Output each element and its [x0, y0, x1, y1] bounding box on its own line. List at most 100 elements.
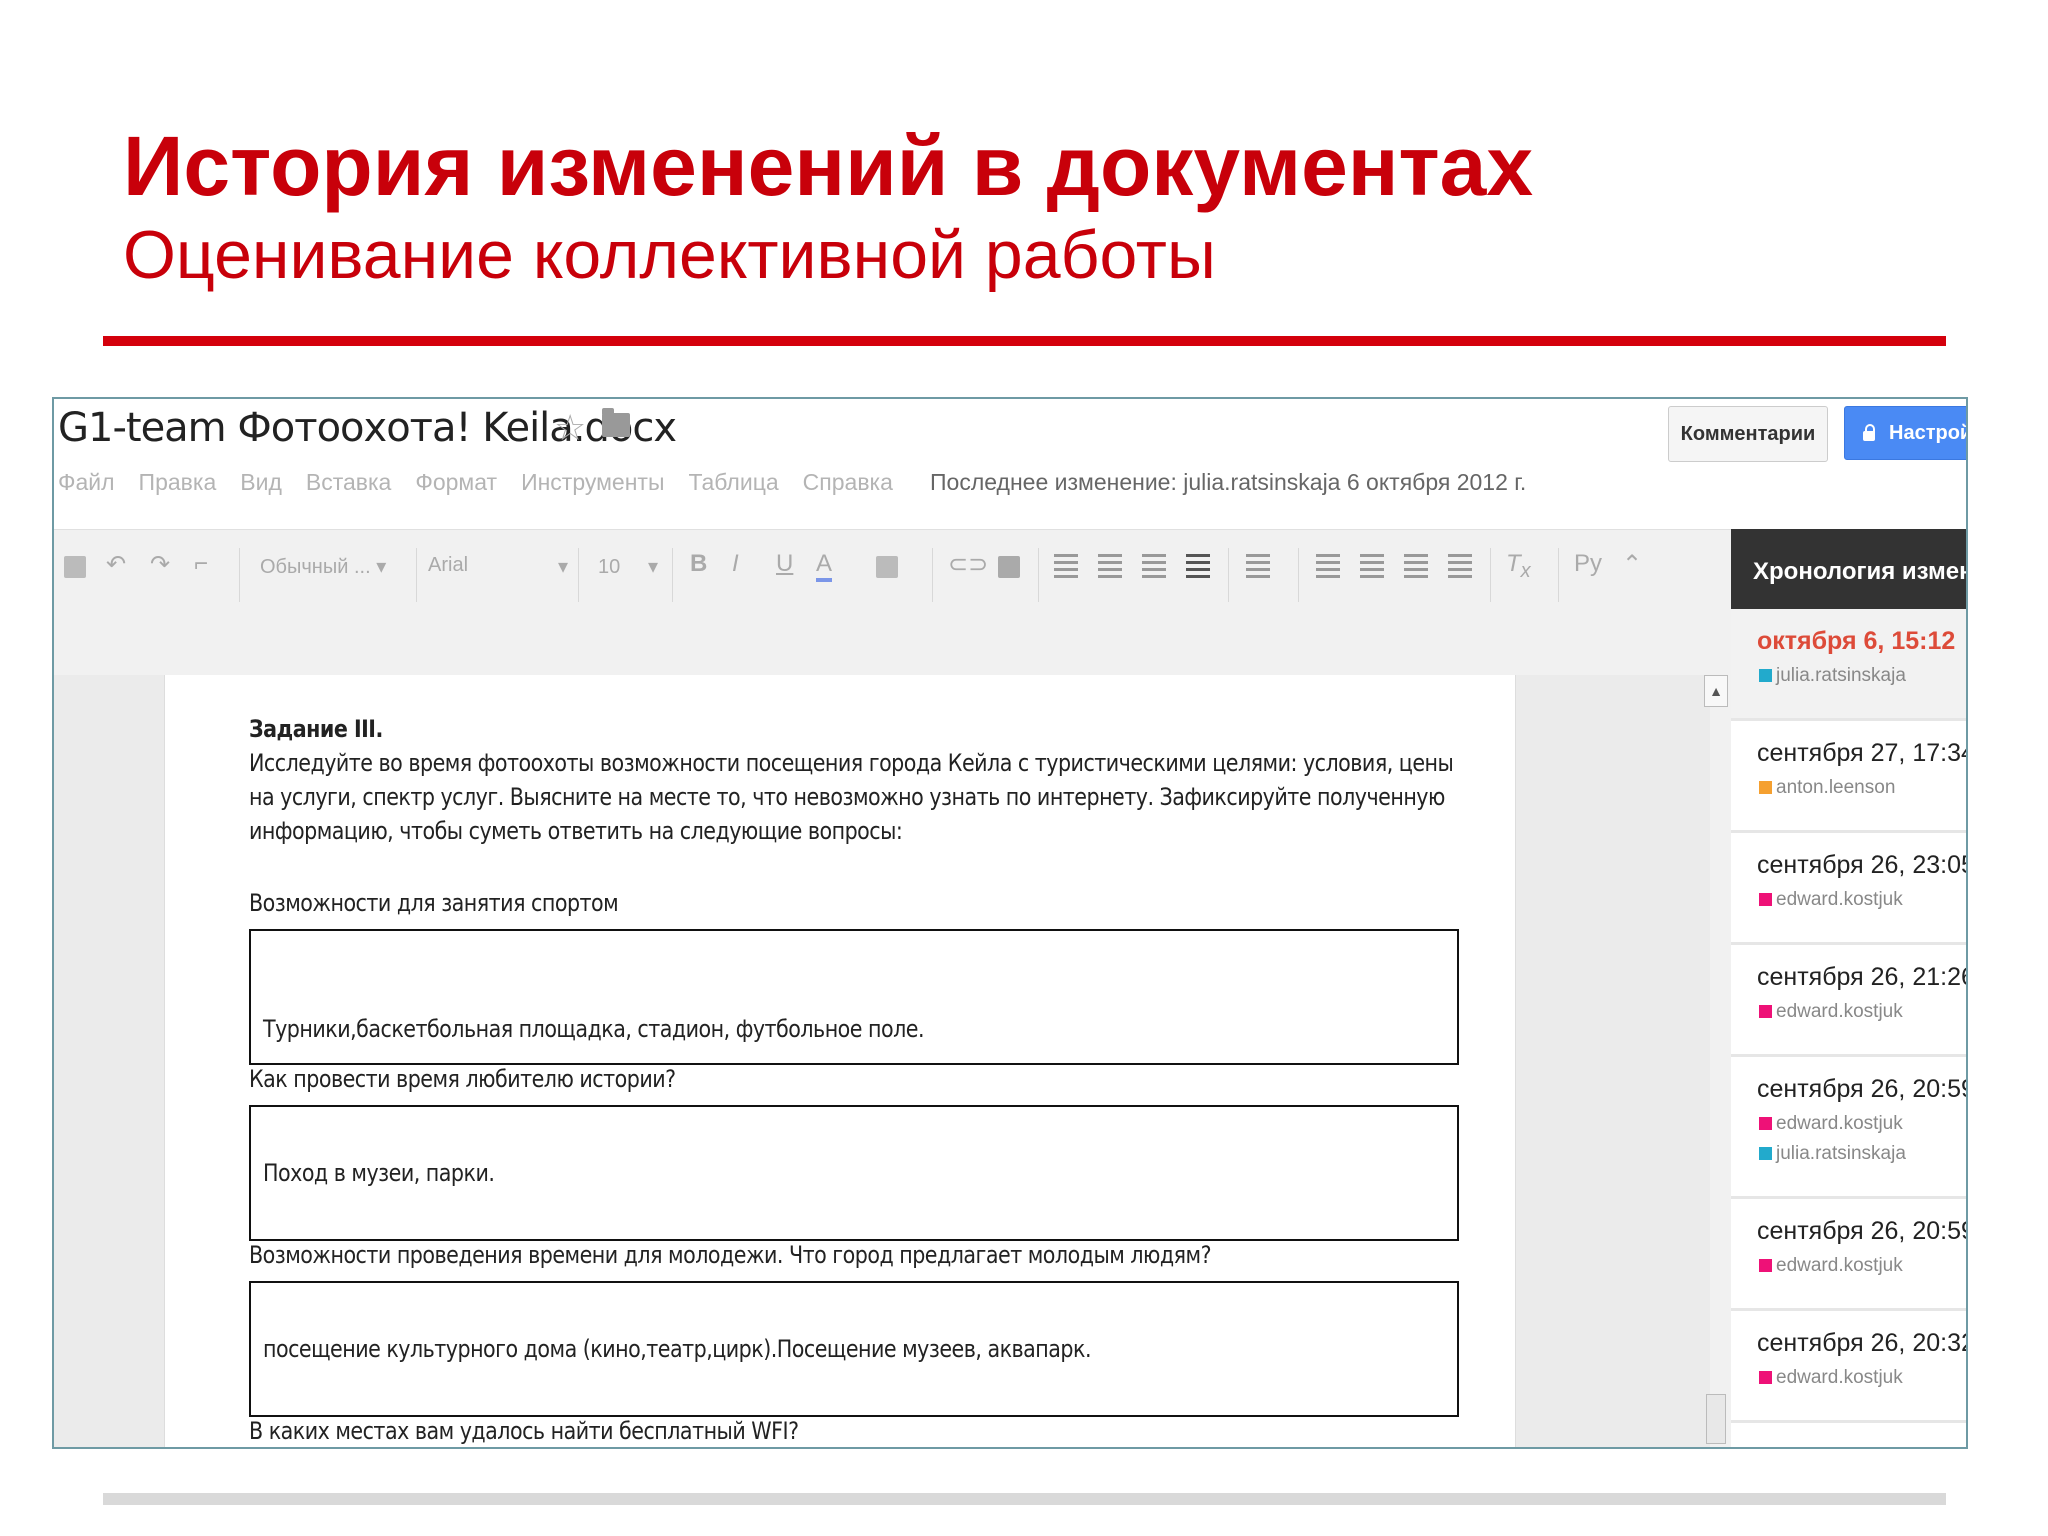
highlight-color-icon[interactable] — [876, 556, 898, 578]
menu-table[interactable]: Таблица — [688, 469, 778, 503]
answer-box[interactable]: посещение культурного дома (кино,театр,ц… — [249, 1281, 1459, 1417]
revision-date: октября 6, 15:12 — [1757, 627, 1956, 655]
align-center-icon[interactable] — [1098, 554, 1122, 578]
decrease-indent-icon[interactable] — [1404, 554, 1428, 578]
footer-divider — [103, 1493, 1946, 1505]
size-select-value: 10 — [598, 556, 621, 578]
numbered-list-icon[interactable] — [1316, 554, 1340, 578]
answer-text: Поход в музеи, парки. — [263, 1159, 495, 1187]
line-spacing-icon[interactable] — [1246, 554, 1270, 578]
revision-date: сентября 26, 21:26 — [1757, 963, 1968, 991]
collapse-menu-icon[interactable]: ⌃ — [1622, 550, 1642, 579]
comment-icon[interactable] — [998, 556, 1020, 578]
revision-user: edward.kostjuk — [1759, 1255, 1903, 1277]
revision-date: сентября 26, 20:59 — [1757, 1217, 1968, 1245]
font-select[interactable]: Arial — [428, 554, 468, 577]
revision-item[interactable]: сентября 26, 21:26 edward.kostjuk — [1731, 945, 1966, 1057]
print-icon[interactable] — [64, 556, 86, 578]
question-text: В каких местах вам удалось найти бесплат… — [249, 1417, 799, 1445]
scrollbar-thumb[interactable] — [1706, 1394, 1726, 1444]
menu-bar: Файл Правка Вид Вставка Формат Инструмен… — [58, 469, 917, 503]
underline-button[interactable]: U — [776, 550, 793, 578]
last-edit-status[interactable]: Последнее изменение: julia.ratsinskaja 6… — [930, 469, 1526, 496]
revision-item[interactable]: сентября 26, 20:59 edward.kostjuk julia.… — [1731, 1057, 1966, 1199]
revision-item[interactable]: сентября 27, 17:34 anton.leenson — [1731, 721, 1966, 833]
slide-title: История изменений в документах — [123, 119, 1534, 213]
user-color-swatch — [1759, 669, 1772, 682]
bulleted-list-icon[interactable] — [1360, 554, 1384, 578]
question-text: Возможности для занятия спортом — [249, 889, 619, 917]
revision-history-header: Хронология измене — [1731, 529, 1966, 609]
increase-indent-icon[interactable] — [1448, 554, 1472, 578]
user-color-swatch — [1759, 1117, 1772, 1130]
revision-date: сентября 26, 20:59 — [1757, 1075, 1968, 1103]
revision-date: сентября 26, 23:05 — [1757, 851, 1968, 879]
intro-line: на услуги, спектр услуг. Выясните на мес… — [249, 783, 1445, 811]
document-canvas: Задание III. Исследуйте во время фотоохо… — [54, 675, 1710, 1447]
style-select[interactable]: Обычный ... ▾ — [260, 554, 386, 579]
revision-user: edward.kostjuk — [1759, 889, 1903, 911]
size-select[interactable]: 10 — [598, 556, 620, 579]
revision-item[interactable]: сентября 26, 20:32 edward.kostjuk — [1731, 1311, 1966, 1423]
comments-button[interactable]: Комментарии — [1668, 406, 1828, 462]
folder-icon[interactable] — [602, 408, 630, 437]
italic-button[interactable]: I — [732, 550, 739, 578]
question-text: Как провести время любителю истории? — [249, 1065, 676, 1093]
redo-icon[interactable]: ↷ — [150, 550, 170, 579]
title-divider — [103, 336, 1946, 346]
document-page[interactable]: Задание III. Исследуйте во время фотоохо… — [164, 675, 1516, 1447]
revision-user-name: julia.ratsinskaja — [1776, 1143, 1906, 1164]
answer-text: посещение культурного дома (кино,театр,ц… — [263, 1335, 1092, 1363]
revision-item[interactable]: октября 6, 15:12 julia.ratsinskaja — [1731, 609, 1966, 721]
toolbar-divider — [239, 548, 240, 602]
revision-user-name: edward.kostjuk — [1776, 1255, 1903, 1276]
input-tools-button[interactable]: Ру — [1574, 550, 1602, 578]
toolbar-divider — [1490, 548, 1491, 602]
docs-top-bar: G1-team Фотоохота! Keila.docx ☆ Коммента… — [54, 399, 1966, 529]
font-select-value: Arial — [428, 554, 469, 576]
revision-user: edward.kostjuk — [1759, 1367, 1903, 1389]
align-right-icon[interactable] — [1142, 554, 1166, 578]
revision-user: edward.kostjuk — [1759, 1001, 1903, 1023]
answer-box[interactable]: Турники,баскетбольная площадка, стадион,… — [249, 929, 1459, 1065]
revision-date: сентября 27, 17:34 — [1757, 739, 1968, 767]
menu-edit[interactable]: Правка — [139, 469, 217, 503]
align-justify-icon[interactable] — [1186, 554, 1210, 578]
menu-insert[interactable]: Вставка — [306, 469, 392, 503]
revision-item[interactable]: сентября 26, 20:59 edward.kostjuk — [1731, 1199, 1966, 1311]
share-button-label: Настрой — [1889, 421, 1968, 444]
toolbar-divider — [1038, 548, 1039, 602]
revision-user: edward.kostjuk — [1759, 1113, 1903, 1135]
star-icon[interactable]: ☆ — [554, 407, 586, 449]
menu-tools[interactable]: Инструменты — [521, 469, 664, 503]
toolbar-divider — [1558, 548, 1559, 602]
user-color-swatch — [1759, 1005, 1772, 1018]
user-color-swatch — [1759, 1259, 1772, 1272]
align-left-icon[interactable] — [1054, 554, 1078, 578]
revision-item[interactable]: сентября 26, 23:05 edward.kostjuk — [1731, 833, 1966, 945]
user-color-swatch — [1759, 1147, 1772, 1160]
style-select-value: Обычный ... — [260, 556, 371, 578]
user-color-swatch — [1759, 893, 1772, 906]
link-icon[interactable]: ⊂⊃ — [948, 550, 988, 579]
chevron-down-icon[interactable]: ▾ — [558, 554, 568, 579]
scroll-up-button[interactable]: ▲ — [1704, 675, 1728, 707]
docs-screenshot: G1-team Фотоохота! Keila.docx ☆ Коммента… — [52, 397, 1968, 1449]
toolbar-divider — [578, 548, 579, 602]
menu-file[interactable]: Файл — [58, 469, 115, 503]
clear-formatting-icon[interactable]: Tx — [1506, 550, 1531, 583]
text-color-button[interactable]: A — [816, 550, 833, 582]
menu-help[interactable]: Справка — [803, 469, 893, 503]
menu-view[interactable]: Вид — [240, 469, 282, 503]
chevron-down-icon[interactable]: ▾ — [648, 554, 658, 579]
formatting-toolbar: ↶ ↷ ⌐ Обычный ... ▾ Arial ▾ 10 ▾ B I U A… — [54, 529, 1966, 675]
toolbar-divider — [416, 548, 417, 602]
lock-icon — [1863, 424, 1875, 441]
paint-format-icon[interactable]: ⌐ — [194, 550, 208, 578]
menu-format[interactable]: Формат — [415, 469, 497, 503]
bold-button[interactable]: B — [690, 550, 707, 578]
revision-user: julia.ratsinskaja — [1759, 665, 1906, 687]
share-button[interactable]: Настрой — [1844, 406, 1968, 460]
undo-icon[interactable]: ↶ — [106, 550, 126, 579]
answer-box[interactable]: Поход в музеи, парки. — [249, 1105, 1459, 1241]
